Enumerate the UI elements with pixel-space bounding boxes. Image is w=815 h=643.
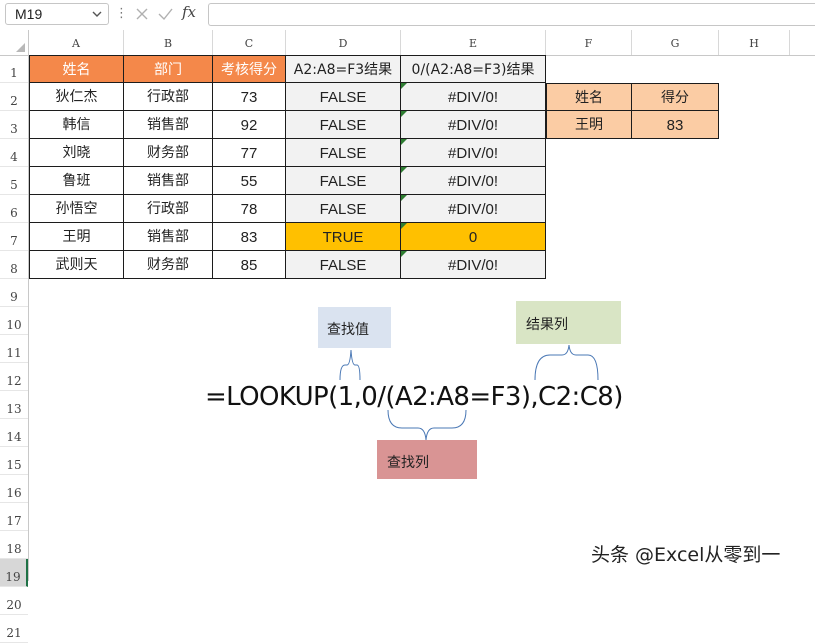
row-header-20[interactable]: 20: [0, 587, 28, 615]
row-header-label: 21: [6, 626, 22, 640]
lookup-value-brace: [339, 349, 361, 381]
annotation-braces: [339, 344, 599, 441]
lookup-column-brace: [387, 409, 467, 441]
row-header-21[interactable]: 21: [0, 615, 28, 643]
formula-text: =LOOKUP(1,0/(A2:A8=F3),C2:C8): [205, 382, 623, 412]
result-column-brace: [534, 344, 599, 381]
watermark: 头条 @Excel从零到一: [591, 544, 781, 566]
row-header-label: 20: [6, 598, 22, 612]
